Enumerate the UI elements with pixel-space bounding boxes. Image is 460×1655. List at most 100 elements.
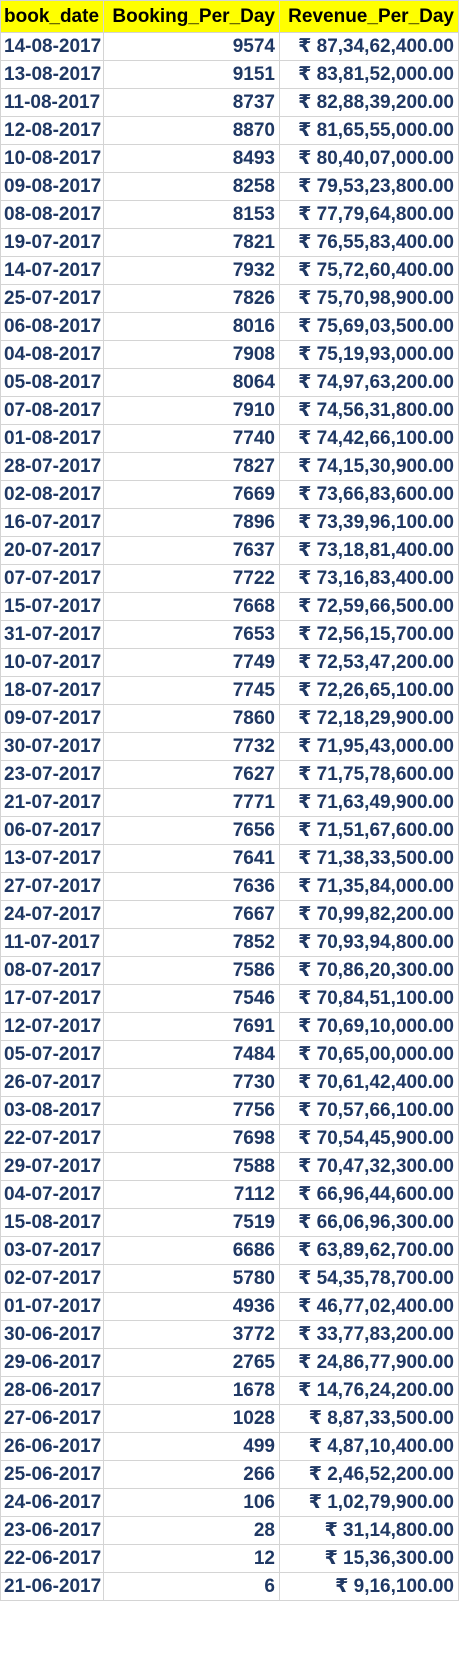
revenue-cell[interactable]: ₹ 72,59,66,500.00 <box>279 592 459 621</box>
bookings-cell[interactable]: 8153 <box>103 200 280 229</box>
bookings-cell[interactable]: 106 <box>103 1488 280 1517</box>
date-cell[interactable]: 17-07-2017 <box>0 984 104 1013</box>
bookings-cell[interactable]: 7112 <box>103 1180 280 1209</box>
revenue-cell[interactable]: ₹ 24,86,77,900.00 <box>279 1348 459 1377</box>
date-cell[interactable]: 03-07-2017 <box>0 1236 104 1265</box>
bookings-cell[interactable]: 4936 <box>103 1292 280 1321</box>
date-cell[interactable]: 28-06-2017 <box>0 1376 104 1405</box>
bookings-cell[interactable]: 7636 <box>103 872 280 901</box>
bookings-cell[interactable]: 9151 <box>103 60 280 89</box>
revenue-cell[interactable]: ₹ 70,47,32,300.00 <box>279 1152 459 1181</box>
date-cell[interactable]: 25-06-2017 <box>0 1460 104 1489</box>
revenue-cell[interactable]: ₹ 71,63,49,900.00 <box>279 788 459 817</box>
date-cell[interactable]: 13-08-2017 <box>0 60 104 89</box>
revenue-cell[interactable]: ₹ 66,96,44,600.00 <box>279 1180 459 1209</box>
bookings-cell[interactable]: 7656 <box>103 816 280 845</box>
revenue-cell[interactable]: ₹ 66,06,96,300.00 <box>279 1208 459 1237</box>
revenue-cell[interactable]: ₹ 70,93,94,800.00 <box>279 928 459 957</box>
date-cell[interactable]: 09-08-2017 <box>0 172 104 201</box>
date-cell[interactable]: 14-07-2017 <box>0 256 104 285</box>
date-cell[interactable]: 22-06-2017 <box>0 1544 104 1573</box>
revenue-cell[interactable]: ₹ 73,39,96,100.00 <box>279 508 459 537</box>
bookings-cell[interactable]: 7908 <box>103 340 280 369</box>
bookings-cell[interactable]: 7756 <box>103 1096 280 1125</box>
date-cell[interactable]: 14-08-2017 <box>0 32 104 61</box>
revenue-cell[interactable]: ₹ 73,18,81,400.00 <box>279 536 459 565</box>
bookings-cell[interactable]: 7722 <box>103 564 280 593</box>
date-cell[interactable]: 24-06-2017 <box>0 1488 104 1517</box>
date-cell[interactable]: 06-07-2017 <box>0 816 104 845</box>
bookings-cell[interactable]: 8064 <box>103 368 280 397</box>
bookings-cell[interactable]: 6686 <box>103 1236 280 1265</box>
bookings-cell[interactable]: 9574 <box>103 32 280 61</box>
date-cell[interactable]: 02-08-2017 <box>0 480 104 509</box>
date-cell[interactable]: 15-07-2017 <box>0 592 104 621</box>
date-cell[interactable]: 26-07-2017 <box>0 1068 104 1097</box>
revenue-cell[interactable]: ₹ 74,56,31,800.00 <box>279 396 459 425</box>
revenue-cell[interactable]: ₹ 77,79,64,800.00 <box>279 200 459 229</box>
bookings-cell[interactable]: 7910 <box>103 396 280 425</box>
revenue-cell[interactable]: ₹ 33,77,83,200.00 <box>279 1320 459 1349</box>
bookings-cell[interactable]: 7730 <box>103 1068 280 1097</box>
date-cell[interactable]: 27-07-2017 <box>0 872 104 901</box>
revenue-cell[interactable]: ₹ 72,26,65,100.00 <box>279 676 459 705</box>
bookings-cell[interactable]: 266 <box>103 1460 280 1489</box>
revenue-cell[interactable]: ₹ 73,66,83,600.00 <box>279 480 459 509</box>
header-revenue-per-day[interactable]: Revenue_Per_Day <box>279 0 459 33</box>
bookings-cell[interactable]: 7627 <box>103 760 280 789</box>
revenue-cell[interactable]: ₹ 70,65,00,000.00 <box>279 1040 459 1069</box>
date-cell[interactable]: 01-08-2017 <box>0 424 104 453</box>
bookings-cell[interactable]: 7691 <box>103 1012 280 1041</box>
date-cell[interactable]: 28-07-2017 <box>0 452 104 481</box>
revenue-cell[interactable]: ₹ 2,46,52,200.00 <box>279 1460 459 1489</box>
revenue-cell[interactable]: ₹ 70,57,66,100.00 <box>279 1096 459 1125</box>
revenue-cell[interactable]: ₹ 54,35,78,700.00 <box>279 1264 459 1293</box>
revenue-cell[interactable]: ₹ 70,84,51,100.00 <box>279 984 459 1013</box>
bookings-cell[interactable]: 7860 <box>103 704 280 733</box>
bookings-cell[interactable]: 8493 <box>103 144 280 173</box>
date-cell[interactable]: 27-06-2017 <box>0 1404 104 1433</box>
bookings-cell[interactable]: 7546 <box>103 984 280 1013</box>
date-cell[interactable]: 23-06-2017 <box>0 1516 104 1545</box>
date-cell[interactable]: 19-07-2017 <box>0 228 104 257</box>
revenue-cell[interactable]: ₹ 74,97,63,200.00 <box>279 368 459 397</box>
date-cell[interactable]: 04-07-2017 <box>0 1180 104 1209</box>
bookings-cell[interactable]: 7641 <box>103 844 280 873</box>
revenue-cell[interactable]: ₹ 80,40,07,000.00 <box>279 144 459 173</box>
revenue-cell[interactable]: ₹ 72,56,15,700.00 <box>279 620 459 649</box>
bookings-cell[interactable]: 7667 <box>103 900 280 929</box>
bookings-cell[interactable]: 7827 <box>103 452 280 481</box>
revenue-cell[interactable]: ₹ 75,19,93,000.00 <box>279 340 459 369</box>
bookings-cell[interactable]: 7745 <box>103 676 280 705</box>
bookings-cell[interactable]: 3772 <box>103 1320 280 1349</box>
bookings-cell[interactable]: 2765 <box>103 1348 280 1377</box>
revenue-cell[interactable]: ₹ 8,87,33,500.00 <box>279 1404 459 1433</box>
date-cell[interactable]: 05-08-2017 <box>0 368 104 397</box>
date-cell[interactable]: 16-07-2017 <box>0 508 104 537</box>
date-cell[interactable]: 03-08-2017 <box>0 1096 104 1125</box>
date-cell[interactable]: 05-07-2017 <box>0 1040 104 1069</box>
bookings-cell[interactable]: 7896 <box>103 508 280 537</box>
header-booking-per-day[interactable]: Booking_Per_Day <box>103 0 280 33</box>
date-cell[interactable]: 12-07-2017 <box>0 1012 104 1041</box>
revenue-cell[interactable]: ₹ 1,02,79,900.00 <box>279 1488 459 1517</box>
bookings-cell[interactable]: 28 <box>103 1516 280 1545</box>
date-cell[interactable]: 30-07-2017 <box>0 732 104 761</box>
revenue-cell[interactable]: ₹ 82,88,39,200.00 <box>279 88 459 117</box>
revenue-cell[interactable]: ₹ 75,70,98,900.00 <box>279 284 459 313</box>
bookings-cell[interactable]: 12 <box>103 1544 280 1573</box>
revenue-cell[interactable]: ₹ 74,15,30,900.00 <box>279 452 459 481</box>
date-cell[interactable]: 18-07-2017 <box>0 676 104 705</box>
date-cell[interactable]: 23-07-2017 <box>0 760 104 789</box>
revenue-cell[interactable]: ₹ 46,77,02,400.00 <box>279 1292 459 1321</box>
revenue-cell[interactable]: ₹ 15,36,300.00 <box>279 1544 459 1573</box>
bookings-cell[interactable]: 7668 <box>103 592 280 621</box>
bookings-cell[interactable]: 7749 <box>103 648 280 677</box>
bookings-cell[interactable]: 8258 <box>103 172 280 201</box>
bookings-cell[interactable]: 7698 <box>103 1124 280 1153</box>
bookings-cell[interactable]: 8737 <box>103 88 280 117</box>
date-cell[interactable]: 29-07-2017 <box>0 1152 104 1181</box>
revenue-cell[interactable]: ₹ 71,95,43,000.00 <box>279 732 459 761</box>
bookings-cell[interactable]: 7637 <box>103 536 280 565</box>
date-cell[interactable]: 22-07-2017 <box>0 1124 104 1153</box>
